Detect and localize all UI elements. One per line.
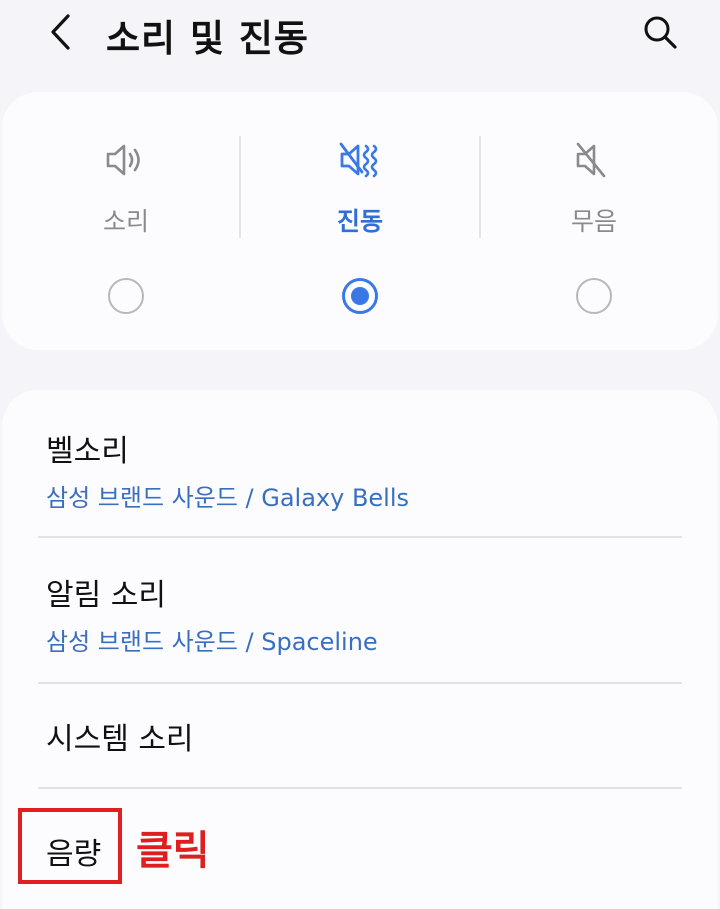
notification-sound-label: 알림 소리 (46, 578, 166, 613)
app-bar: 소리 및 진동 (0, 0, 720, 70)
page-title: 소리 및 진동 (106, 17, 309, 60)
mode-mute-label: 무음 (570, 207, 617, 236)
search-button[interactable] (636, 8, 684, 56)
notification-sound-value: 삼성 브랜드 사운드 / Spaceline (46, 628, 378, 656)
ringtone-label: 벨소리 (46, 434, 129, 469)
mode-vibrate-radio[interactable] (342, 278, 378, 314)
highlight-box (18, 808, 122, 884)
mode-sound-label: 소리 (102, 207, 149, 236)
list-item-notification-sound[interactable]: 알림 소리 삼성 브랜드 사운드 / Spaceline (2, 538, 718, 682)
ringtone-value: 삼성 브랜드 사운드 / Galaxy Bells (46, 484, 410, 512)
mode-vibrate-label: 진동 (336, 207, 383, 236)
search-icon (644, 16, 677, 49)
list-item-system-sound[interactable]: 시스템 소리 (2, 684, 718, 786)
speaker-icon (106, 144, 140, 176)
mode-sound[interactable]: 소리 (6, 92, 246, 350)
mute-icon (576, 142, 606, 178)
mode-mute-radio[interactable] (576, 278, 612, 314)
mode-vibrate[interactable]: 진동 (240, 92, 480, 350)
mode-sound-radio[interactable] (108, 278, 144, 314)
sound-mode-card: 소리 진동 무음 (2, 92, 718, 350)
mode-mute[interactable]: 무음 (474, 92, 714, 350)
click-annotation: 클릭 (136, 828, 210, 874)
list-item-ringtone[interactable]: 벨소리 삼성 브랜드 사운드 / Galaxy Bells (2, 390, 718, 536)
sound-vibration-screen: 소리 및 진동 소리 진동 무음 벨소리 삼성 브랜드 사운드 / Galaxy… (0, 0, 720, 909)
back-button[interactable] (38, 10, 82, 54)
chevron-left-icon (51, 14, 70, 50)
vibrate-icon (339, 142, 378, 178)
system-sound-label: 시스템 소리 (46, 722, 194, 757)
